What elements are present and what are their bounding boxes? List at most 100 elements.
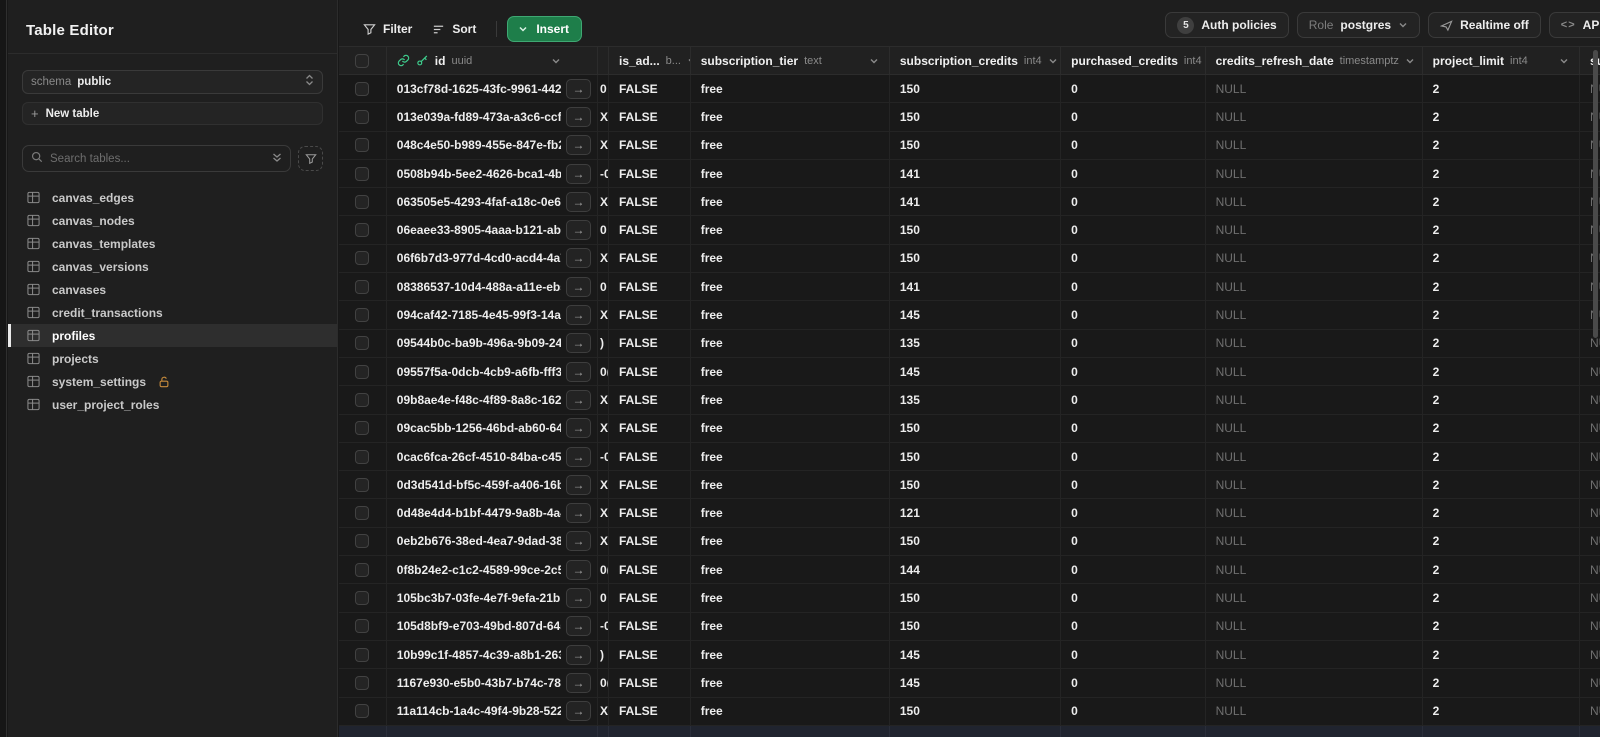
- expand-row-button[interactable]: →: [566, 616, 592, 637]
- row-checkbox[interactable]: [355, 109, 370, 124]
- sidebar-table-item[interactable]: canvas_edges: [8, 186, 337, 209]
- table-row[interactable]: 105d8bf9-e703-49bd-807d-645e... → -0 FAL…: [339, 612, 1600, 641]
- table-row[interactable]: 0f8b24e2-c1c2-4589-99ce-2c52d... → 0( FA…: [339, 556, 1600, 585]
- sidebar-table-item[interactable]: canvases: [8, 278, 337, 301]
- expand-row-button[interactable]: →: [566, 474, 592, 495]
- expand-row-button[interactable]: →: [566, 191, 592, 212]
- expand-row-button[interactable]: →: [566, 531, 592, 552]
- expand-row-button[interactable]: →: [566, 220, 592, 241]
- expand-row-button[interactable]: →: [566, 135, 592, 156]
- row-checkbox[interactable]: [355, 562, 370, 577]
- role-select-button[interactable]: Role postgres: [1296, 12, 1421, 38]
- table-row[interactable]: 06eaee33-8905-4aaa-b121-ab552... → 0 FAL…: [339, 216, 1600, 245]
- expand-row-button[interactable]: →: [566, 503, 592, 524]
- table-row[interactable]: 013e039a-fd89-473a-a3c6-ccfa9... → X FAL…: [339, 103, 1600, 132]
- table-row[interactable]: 105bc3b7-03fe-4e7f-9efa-21bb40... → 0 FA…: [339, 584, 1600, 613]
- new-table-button[interactable]: + New table: [22, 102, 323, 125]
- table-row[interactable]: 11a114cb-1a4c-49f4-9b28-52219ec... → X F…: [339, 697, 1600, 726]
- column-header-credits-refresh-date[interactable]: credits_refresh_date timestamptz: [1206, 47, 1423, 74]
- expand-row-button[interactable]: →: [566, 389, 592, 410]
- column-header-truncated[interactable]: [598, 47, 609, 74]
- sidebar-table-item[interactable]: projects: [8, 347, 337, 370]
- sidebar-table-item[interactable]: user_project_roles: [8, 393, 337, 416]
- sidebar-table-item[interactable]: canvas_nodes: [8, 209, 337, 232]
- expand-row-button[interactable]: →: [566, 163, 592, 184]
- column-header-id[interactable]: id uuid: [387, 47, 599, 74]
- expand-row-button[interactable]: →: [566, 78, 592, 99]
- table-row[interactable]: 0508b94b-5ee2-4626-bca1-4bca... → -0 FAL…: [339, 159, 1600, 189]
- table-row[interactable]: 0d3d541d-bf5c-459f-a406-16b93... → X FAL…: [339, 471, 1600, 500]
- expand-row-button[interactable]: →: [566, 276, 592, 297]
- row-checkbox[interactable]: [355, 590, 370, 605]
- table-row[interactable]: 0cac6fca-26cf-4510-84ba-c4580... → -0 FA…: [339, 442, 1600, 472]
- expand-row-button[interactable]: →: [566, 106, 592, 127]
- sidebar-table-item[interactable]: canvas_versions: [8, 255, 337, 278]
- row-checkbox[interactable]: [355, 647, 370, 662]
- row-checkbox[interactable]: [355, 675, 370, 690]
- row-checkbox[interactable]: [355, 449, 370, 464]
- row-checkbox[interactable]: [355, 421, 370, 436]
- sidebar-filter-button[interactable]: [298, 146, 323, 171]
- column-header-project-limit[interactable]: project_limit int4: [1423, 47, 1581, 74]
- table-row[interactable]: 10b99c1f-4857-4c39-a8b1-263b8... → ) FAL…: [339, 640, 1600, 670]
- expand-row-button[interactable]: →: [566, 446, 592, 467]
- table-row[interactable]: 09544b0c-ba9b-496a-9b09-244... → ) FALSE…: [339, 329, 1600, 358]
- chevron-down-icon[interactable]: [551, 56, 561, 66]
- expand-row-button[interactable]: →: [566, 701, 592, 722]
- row-checkbox[interactable]: [355, 619, 370, 634]
- api-docs-button[interactable]: <> API Do: [1548, 12, 1600, 38]
- realtime-button[interactable]: Realtime off: [1428, 12, 1541, 38]
- expand-row-button[interactable]: →: [566, 587, 592, 608]
- row-checkbox[interactable]: [355, 308, 370, 323]
- search-tables-input[interactable]: Search tables...: [22, 145, 291, 172]
- row-checkbox[interactable]: [355, 506, 370, 521]
- expand-row-button[interactable]: →: [566, 305, 592, 326]
- table-row[interactable]: 063505e5-4293-4faf-a18c-0e65b... → X FAL…: [339, 188, 1600, 217]
- chevrons-down-icon[interactable]: [272, 150, 282, 168]
- row-checkbox[interactable]: [355, 364, 370, 379]
- expand-row-button[interactable]: →: [566, 672, 592, 693]
- insert-button[interactable]: Insert: [507, 16, 583, 42]
- row-checkbox[interactable]: [355, 392, 370, 407]
- table-row[interactable]: 048c4e50-b989-455e-847e-fb2f... → X FALS…: [339, 131, 1600, 160]
- table-row[interactable]: 09b8ae4e-f48c-4f89-8a8c-1629b... → X FAL…: [339, 386, 1600, 415]
- table-row[interactable]: 094caf42-7185-4e45-99f3-14abee... → X FA…: [339, 301, 1600, 330]
- row-checkbox[interactable]: [355, 251, 370, 266]
- column-header-subscription-credits[interactable]: subscription_credits int4: [890, 47, 1062, 74]
- filter-button[interactable]: Filter: [353, 16, 422, 42]
- expand-row-button[interactable]: →: [566, 248, 592, 269]
- column-header-subscription-tier[interactable]: subscription_tier text: [691, 47, 890, 74]
- table-row[interactable]: 06f6b7d3-977d-4cd0-acd4-4a78... → X FALS…: [339, 244, 1600, 274]
- expand-row-button[interactable]: →: [566, 559, 592, 580]
- expand-row-button[interactable]: →: [566, 644, 592, 665]
- row-checkbox[interactable]: [355, 336, 370, 351]
- row-checkbox[interactable]: [355, 194, 370, 209]
- expand-row-button[interactable]: →: [566, 333, 592, 354]
- chevron-down-icon[interactable]: [1048, 56, 1058, 66]
- sort-button[interactable]: Sort: [422, 16, 486, 42]
- table-row[interactable]: 1167e930-e5b0-43b7-b74c-788c9... → 0( FA…: [339, 669, 1600, 698]
- schema-select[interactable]: schema public: [22, 70, 323, 94]
- table-row[interactable]: 013cf78d-1625-43fc-9961-442189... → 0 FA…: [339, 75, 1600, 104]
- row-checkbox[interactable]: [355, 704, 370, 719]
- expand-row-button[interactable]: →: [566, 418, 592, 439]
- row-checkbox[interactable]: [355, 534, 370, 549]
- sidebar-table-item[interactable]: canvas_templates: [8, 232, 337, 255]
- row-checkbox[interactable]: [355, 223, 370, 238]
- sidebar-table-item[interactable]: system_settings: [8, 370, 337, 393]
- table-row[interactable]: 09557f5a-0dcb-4cb9-a6fb-fff366... → 0( F…: [339, 357, 1600, 387]
- chevron-down-icon[interactable]: [1559, 56, 1569, 66]
- table-row[interactable]: 0d48e4d4-b1bf-4479-9a8b-4a4b... → X FALS…: [339, 499, 1600, 528]
- select-all-checkbox[interactable]: [355, 53, 370, 68]
- row-checkbox[interactable]: [355, 477, 370, 492]
- auth-policies-button[interactable]: 5 Auth policies: [1165, 12, 1289, 38]
- row-checkbox[interactable]: [355, 138, 370, 153]
- column-header-is-admin[interactable]: is_ad... b...: [609, 47, 691, 74]
- chevron-down-icon[interactable]: [869, 56, 879, 66]
- table-row[interactable]: 0eb2b676-38ed-4ea7-9dad-38e6... → X FALS…: [339, 527, 1600, 557]
- row-checkbox[interactable]: [355, 81, 370, 96]
- table-row[interactable]: 08386537-10d4-488a-a11e-eb5a6... → 0 FAL…: [339, 273, 1600, 302]
- sidebar-table-item[interactable]: profiles: [8, 324, 337, 347]
- chevron-down-icon[interactable]: [1405, 56, 1415, 66]
- table-row[interactable]: 09cac5bb-1256-46bd-ab60-64ed... → X FALS…: [339, 414, 1600, 443]
